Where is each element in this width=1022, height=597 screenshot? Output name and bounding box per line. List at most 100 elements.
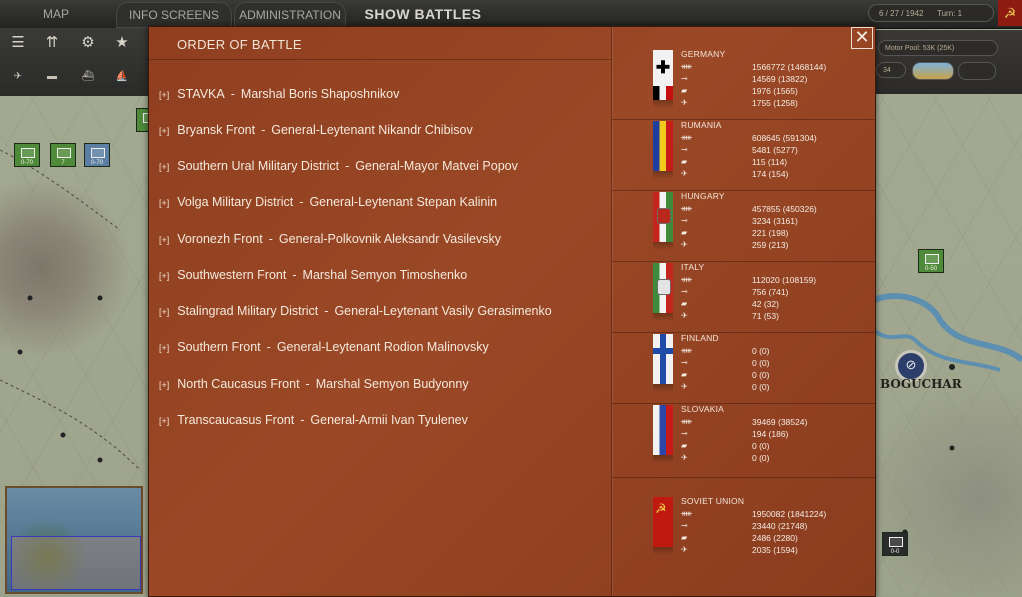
infantry-icon: ᚔ [681,62,692,71]
empty-slot [958,62,996,80]
nation-soviet-union: ☭ SOVIET UNION ᚔ 1950082 (1841224) ⊸ 234… [612,477,875,567]
date-turn-display: 6 / 27 / 1942 Turn: 1 [868,4,994,22]
aircraft-count: 0 (0) [752,382,770,392]
hq-counter[interactable]: 0-50 [918,249,944,273]
nation-italy: ITALY ᚔ 112020 (108159) ⊸ 756 (741) ▰ 42… [612,261,875,333]
soviet-faction-icon[interactable]: ☭ [998,0,1022,26]
tanks-count: 0 (0) [752,370,770,380]
nation-germany: ✚ GERMANY ᚔ 1566772 (1468144) ⊸ 14569 (1… [612,49,875,120]
nation-name: GERMANY [681,49,726,59]
nation-divider [612,332,875,333]
expand-toggle[interactable]: [+] [159,235,169,245]
expand-toggle[interactable]: [+] [159,271,169,281]
nation-rumania: RUMANIA ᚔ 608645 (591304) ⊸ 5481 (5277) … [612,119,875,191]
gear-icon[interactable]: ⚙ [76,32,100,54]
front-row-volga[interactable]: [+] Volga Military District - General-Leyte… [159,192,497,212]
tab-show-battles[interactable]: SHOW BATTLES [356,2,490,26]
artillery-icon: ⊸ [681,429,688,438]
infantry-icon: ᚔ [681,204,692,213]
aircraft-icon: ✈ [681,98,688,107]
stack-icon[interactable]: ☰ [6,32,30,54]
infantry-icon: ᚔ [681,346,692,355]
nation-name: FINLAND [681,333,719,343]
tanks-count: 115 (114) [752,157,788,167]
expand-toggle[interactable]: [+] [159,380,169,390]
expand-toggle[interactable]: [+] [159,343,169,353]
unit-counter[interactable]: 7 [50,143,76,167]
train-icon[interactable]: ▬ [40,66,64,88]
infantry-icon: ᚔ [681,133,692,142]
front-row-voronezh[interactable]: [+] Voronezh Front - General-Polkovnik Alek… [159,229,501,249]
aircraft-count: 259 (213) [752,240,789,250]
nation-name: ITALY [681,262,705,272]
counter-value: 0-70 [90,160,103,166]
men-count: 39469 (38524) [752,417,808,427]
tank-icon: ▰ [681,299,688,308]
close-button[interactable]: ✕ [851,27,873,49]
front-row-stalingrad[interactable]: [+] Stalingrad Military District - General-… [159,301,552,321]
front-row-north-caucasus[interactable]: [+] North Caucasus Front - Marshal Semyon B… [159,374,469,394]
infantry-icon: ᚔ [681,275,692,284]
transport-ship-icon[interactable]: ⛵ [110,66,134,88]
tank-icon: ▰ [681,441,688,450]
enemy-unit-counter[interactable]: 0-0 [882,532,908,556]
tank-icon: ▰ [681,228,688,237]
front-row-southwestern[interactable]: [+] Southwestern Front - Marshal Semyon Tim… [159,265,467,285]
tank-icon: ▰ [681,370,688,379]
front-row-southern[interactable]: [+] Southern Front - General-Leytenant Rodi… [159,337,489,357]
tank-icon: ▰ [681,533,688,542]
tab-info-screens[interactable]: INFO SCREENS [116,2,232,28]
front-row-southern-ural[interactable]: [+] Southern Ural Military District - Gener… [159,156,518,176]
star-icon[interactable]: ★ [110,32,134,54]
minimap[interactable] [5,486,143,594]
unit-toolbar: ☰ ⇈ ⚙ ★ ✈ ▬ ⛴ ⛵ [0,28,148,96]
troops-icon[interactable]: ⇈ [40,32,64,54]
guns-count: 23440 (21748) [752,521,808,531]
front-row-stavka[interactable]: [+] STAVKA - Marshal Boris Shaposhnikov [159,84,399,104]
aircraft-icon: ✈ [681,545,688,554]
warship-icon[interactable]: ⛴ [76,66,100,88]
expand-toggle[interactable]: [+] [159,90,169,100]
minimap-viewport[interactable] [11,536,141,590]
front-name: Southern Front [177,340,261,354]
expand-toggle[interactable]: [+] [159,126,169,136]
aircraft-count: 174 (154) [752,169,789,179]
men-count: 457855 (450326) [752,204,817,214]
aircraft-icon: ✈ [681,382,688,391]
men-count: 1566772 (1468144) [752,62,827,72]
nation-hungary: HUNGARY ᚔ 457855 (450326) ⊸ 3234 (3161) … [612,190,875,262]
guns-count: 3234 (3161) [752,216,798,226]
germany-flag-icon: ✚ [653,50,673,108]
front-commander: Marshal Semyon Timoshenko [302,268,468,282]
front-row-transcaucasus[interactable]: [+] Transcaucasus Front - General-Armii Iva… [159,410,468,430]
front-row-bryansk[interactable]: [+] Bryansk Front - General-Leytenant Nikan… [159,120,473,140]
front-commander: General-Leytenant Vasily Gerasimenko [334,304,552,318]
artillery-icon: ⊸ [681,521,688,530]
expand-toggle[interactable]: [+] [159,162,169,172]
aircraft-icon[interactable]: ✈ [6,66,30,88]
aircraft-count: 71 (53) [752,311,779,321]
nation-divider [612,403,875,404]
expand-toggle[interactable]: [+] [159,307,169,317]
infantry-icon: ᚔ [681,509,692,518]
nation-divider [612,477,875,478]
finland-flag-icon [653,334,673,392]
tab-map-information[interactable]: MAP INFORMATION [4,2,108,45]
front-name: Southwestern Front [177,268,287,282]
front-commander: General-Leytenant Rodion Malinovsky [276,340,489,354]
nation-name: SLOVAKIA [681,404,725,414]
guns-count: 0 (0) [752,358,770,368]
front-name: Transcaucasus Front [177,413,295,427]
expand-toggle[interactable]: [+] [159,198,169,208]
expand-toggle[interactable]: [+] [159,416,169,426]
dialog-title: ORDER OF BATTLE [177,37,302,52]
tanks-count: 0 (0) [752,441,770,451]
hungary-flag-icon [653,192,673,250]
aircraft-count: 0 (0) [752,453,770,463]
artillery-icon: ⊸ [681,358,688,367]
tab-administration[interactable]: ADMINISTRATION [234,2,346,28]
unit-counter[interactable]: 0-70 [14,143,40,167]
nation-divider [612,190,875,191]
resource-counter: 34 [876,62,906,78]
hq-counter[interactable]: 0-70 [84,143,110,167]
